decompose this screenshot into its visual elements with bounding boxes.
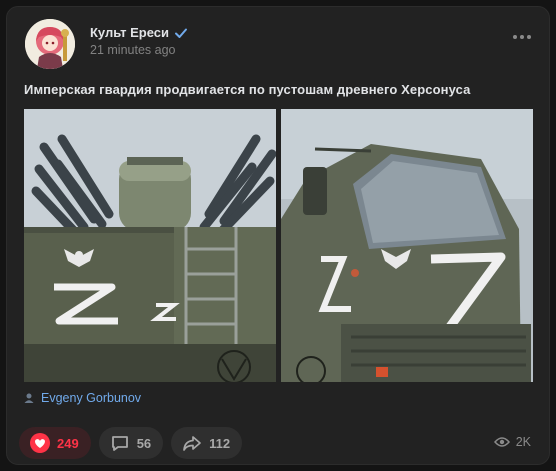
- person-icon: [24, 393, 34, 403]
- post-card: Культ Ереси 21 minutes ago Имперская гва…: [6, 6, 550, 465]
- comment-bubble-icon: [111, 436, 128, 451]
- heart-icon: [30, 433, 50, 453]
- author-avatar[interactable]: [25, 19, 75, 69]
- avatar-image: [25, 19, 75, 69]
- views-count: 2K: [515, 435, 531, 449]
- share-count: 112: [209, 435, 231, 451]
- author-name[interactable]: Культ Ереси: [90, 25, 169, 40]
- comment-count: 56: [136, 435, 152, 451]
- comment-button[interactable]: 56: [98, 427, 164, 459]
- views-counter: 2K: [493, 435, 531, 449]
- post-signature[interactable]: Evgeny Gorbunov: [24, 391, 141, 405]
- post-time[interactable]: 21 minutes ago: [90, 43, 175, 57]
- more-dots-icon[interactable]: [513, 35, 531, 39]
- signature-name[interactable]: Evgeny Gorbunov: [41, 391, 141, 405]
- post-photo-left[interactable]: [24, 109, 276, 382]
- post-text: Имперская гвардия продвигается по пустош…: [24, 82, 471, 97]
- post-photo-right[interactable]: [281, 109, 533, 382]
- verified-check-icon: [174, 26, 188, 40]
- like-button[interactable]: 249: [19, 427, 91, 459]
- post-actions: 249 56 112: [19, 427, 243, 459]
- eye-icon: [493, 437, 510, 447]
- like-count: 249: [57, 435, 79, 451]
- share-button[interactable]: 112: [171, 427, 243, 459]
- share-arrow-icon: [183, 436, 202, 451]
- author-line: Культ Ереси: [90, 25, 188, 40]
